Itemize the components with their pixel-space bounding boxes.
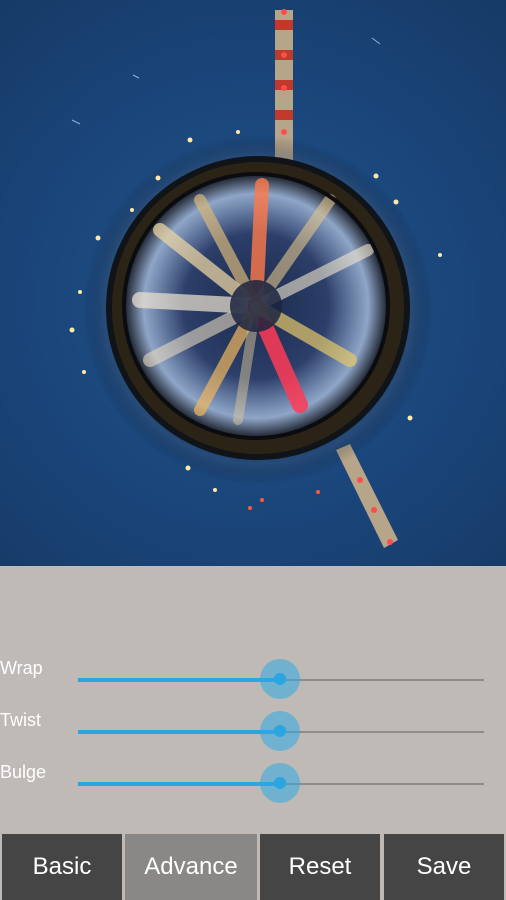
photo-canvas — [69, 9, 442, 548]
tiny-planet-photo — [0, 0, 506, 566]
twist-slider-fill — [78, 730, 280, 734]
bulge-slider-row: Bulge — [0, 762, 506, 803]
bulge-slider[interactable] — [78, 763, 484, 803]
wrap-slider-thumb[interactable] — [260, 659, 300, 699]
twist-label: Twist — [0, 710, 42, 730]
bulge-slider-thumb-core — [274, 777, 286, 789]
bulge-slider-fill — [78, 782, 280, 786]
bottom-button-bar: Basic Advance Reset Save — [0, 834, 506, 900]
bulge-slider-thumb[interactable] — [260, 763, 300, 803]
reset-button[interactable]: Reset — [260, 834, 380, 900]
twist-slider-thumb-core — [274, 725, 286, 737]
wrap-slider-thumb-core — [274, 673, 286, 685]
twist-slider-thumb[interactable] — [260, 711, 300, 751]
twist-slider[interactable] — [78, 711, 484, 751]
save-button[interactable]: Save — [384, 834, 504, 900]
wrap-slider[interactable] — [78, 659, 484, 699]
wrap-slider-row: Wrap — [0, 658, 506, 699]
wrap-slider-fill — [78, 678, 280, 682]
advance-button[interactable]: Advance — [125, 834, 257, 900]
basic-button[interactable]: Basic — [2, 834, 122, 900]
twist-slider-row: Twist — [0, 710, 506, 751]
wrap-label: Wrap — [0, 658, 43, 678]
bulge-label: Bulge — [0, 762, 47, 782]
controls-panel: Wrap Twist Bulge — [0, 566, 506, 834]
